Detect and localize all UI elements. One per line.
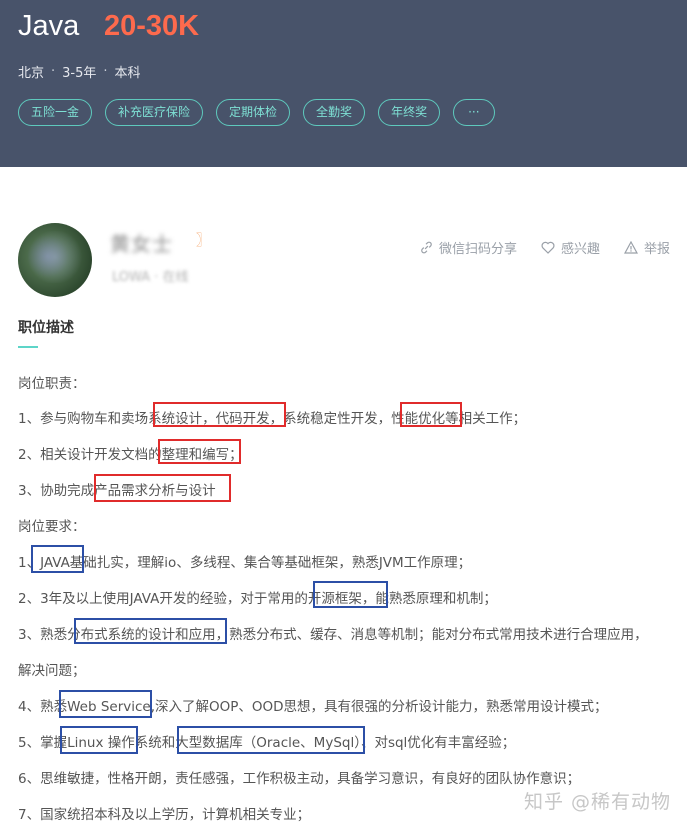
job-title: Java <box>18 10 80 42</box>
share-label: 微信扫码分享 <box>438 242 517 257</box>
section-title-underline <box>18 346 38 348</box>
highlight-performance <box>400 402 462 427</box>
report-label: 举报 <box>643 242 670 257</box>
highlight-linux <box>60 726 138 754</box>
highlight-web-service <box>59 690 152 718</box>
zhihu-watermark: 知乎 @稀有动物 <box>523 791 671 813</box>
description-line: 岗位要求： <box>18 519 86 535</box>
job-actions: 微信扫码分享 感兴趣 举报 <box>396 238 670 257</box>
description-line: 解决问题； <box>18 663 86 679</box>
highlight-open-source <box>313 581 388 608</box>
warning-icon <box>623 241 638 254</box>
job-salary: 20-30K <box>104 10 200 42</box>
meta-separator: · <box>103 64 108 79</box>
interest-label: 感兴趣 <box>560 242 600 257</box>
highlight-distributed <box>74 618 227 644</box>
share-button[interactable]: 微信扫码分享 <box>420 238 517 257</box>
link-icon <box>421 241 432 254</box>
benefit-tag: 定期体检 <box>216 99 291 126</box>
benefit-tag: 五险一金 <box>18 99 93 126</box>
benefit-tags: 五险一金 补充医疗保险 定期体检 全勤奖 年终奖 ··· <box>18 99 508 126</box>
highlight-java-basics <box>31 545 84 573</box>
benefit-tag: 年终奖 <box>378 99 441 126</box>
job-meta: 北京 · 3-5年 · 本科 <box>18 62 141 81</box>
heart-icon <box>541 241 555 254</box>
job-experience: 3-5年 <box>62 66 97 81</box>
benefit-tag: 全勤奖 <box>303 99 366 126</box>
highlight-database <box>177 726 365 754</box>
highlight-docs <box>158 439 241 464</box>
recruiter-name: 黄女士 <box>110 232 173 256</box>
recruiter-subtitle: LOWA · 在线 <box>112 270 189 285</box>
job-location: 北京 <box>18 66 45 81</box>
more-tags-button[interactable]: ··· <box>453 99 495 126</box>
description-line: 1、JAVA基础扎实，理解io、多线程、集合等基础框架，熟悉JVM工作原理； <box>18 555 472 571</box>
recruiter-name-mark: 〗 <box>196 233 210 249</box>
description-line: 岗位职责： <box>18 376 86 392</box>
highlight-requirements <box>94 474 231 502</box>
job-header: Java 20-30K 北京 · 3-5年 · 本科 五险一金 补充医疗保险 定… <box>0 0 687 167</box>
description-line: 7、国家统招本科及以上学历，计算机相关专业； <box>18 807 311 823</box>
section-title: 职位描述 <box>18 320 74 336</box>
highlight-system-design <box>153 402 286 427</box>
report-button[interactable]: 举报 <box>623 238 670 257</box>
recruiter-avatar[interactable] <box>18 223 92 297</box>
job-education: 本科 <box>114 66 141 81</box>
description-line: 6、思维敏捷，性格开朗，责任感强，工作积极主动，具备学习意识，有良好的团队协作意… <box>18 771 581 787</box>
meta-separator: · <box>51 64 56 79</box>
interest-button[interactable]: 感兴趣 <box>541 238 600 257</box>
description-line: 2、3年及以上使用JAVA开发的经验，对于常用的开源框架，能熟悉原理和机制； <box>18 591 497 607</box>
benefit-tag: 补充医疗保险 <box>105 99 204 126</box>
